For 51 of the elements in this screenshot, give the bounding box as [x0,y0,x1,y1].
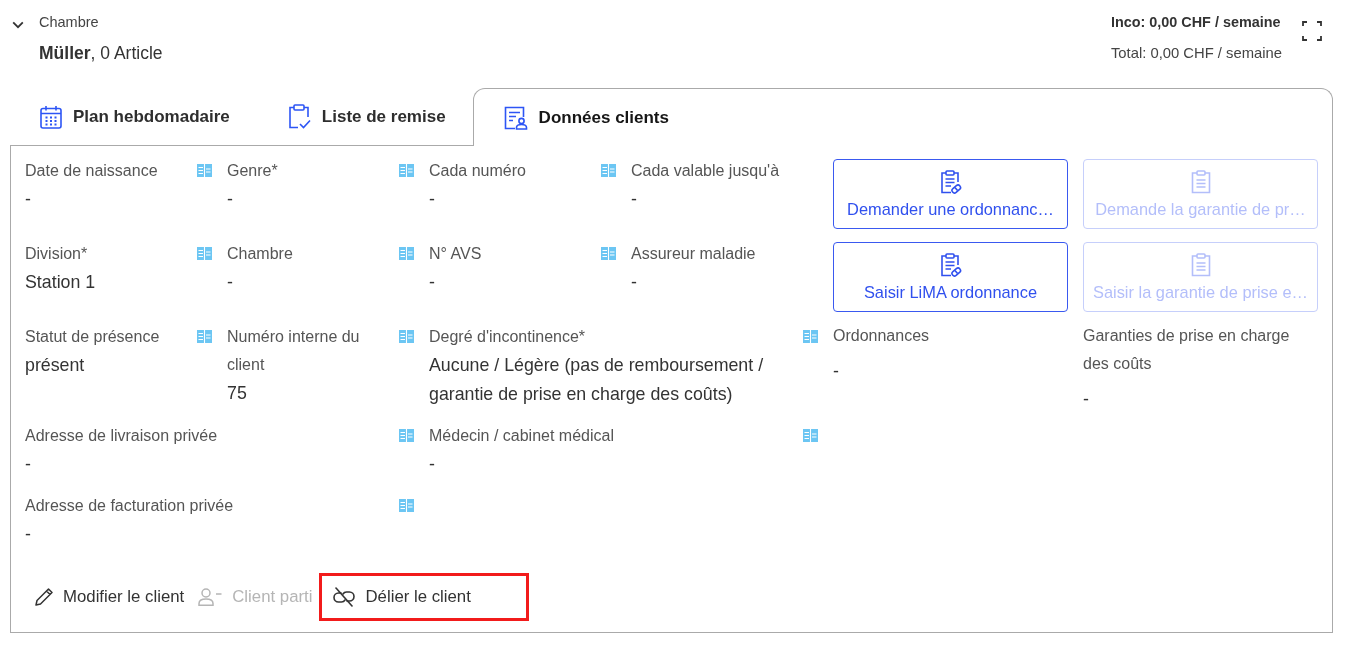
field-value: - [25,523,31,546]
field-value: - [25,453,31,476]
field-value: - [429,453,435,476]
field-label: Numéro interne du client [227,327,361,375]
weekly-total: Total: 0,00 CHF / semaine [1110,44,1282,63]
clipboard-icon [1190,169,1211,194]
person-minus-icon [198,588,223,606]
calendar-icon [40,104,62,129]
chevron-icon[interactable] [12,21,24,29]
field-value: - [631,188,637,211]
clipboard-icon [1190,252,1211,277]
field-value: - [631,271,637,294]
section-label: Chambre [39,13,99,32]
request-button[interactable]: Demander une ordonnanc… [833,159,1068,229]
field-label: Garanties de prise en charge des coûts [1083,326,1291,374]
field-value: - [429,188,435,211]
field-value: - [833,360,839,383]
request-button[interactable]: Saisir LiMA ordonnance [833,242,1068,312]
field-label: Cada valable jusqu'à [631,161,780,181]
field-value: - [227,271,233,294]
field-label: Chambre [227,244,293,264]
field-label: Médecin / cabinet médical [429,426,614,446]
field-value: présent [25,354,85,377]
field-label: Genre* [227,161,278,181]
field-value: - [25,188,31,211]
field-label: N° AVS [429,244,482,264]
field-value: - [227,188,233,211]
field-label: Assureur maladie [631,244,756,264]
field-label: Adresse de facturation privée [25,496,234,516]
field-value: Station 1 [25,271,96,294]
clipboard-pill-icon [939,169,962,194]
clipboard-pill-icon [939,252,962,277]
unlink-icon [333,587,356,607]
client-title: Müller, 0 Article [39,42,163,65]
field-value: Aucune / Légère (pas de remboursement / garantie de prise en charge des coûts) [429,354,765,406]
pencil-icon [35,588,53,606]
field-value: - [429,271,435,294]
clipboard-check-icon [286,104,311,129]
field-label: Degré d'incontinence* [429,327,586,347]
profile-document-icon [503,105,528,130]
field-value: - [1083,388,1089,411]
field-label: Statut de présence [25,327,160,347]
inco-total: Inco: 0,00 CHF / semaine [1110,13,1281,32]
field-label: Division* [25,244,88,264]
tab[interactable]: Données clients [472,88,1333,146]
field-label: Ordonnances [833,326,930,346]
field-label: Adresse de livraison privée [25,426,218,446]
field-label: Date de naissance [25,161,158,181]
field-value: 75 [227,382,247,405]
field-label: Cada numéro [429,161,526,181]
fullscreen-icon[interactable] [1302,21,1322,41]
